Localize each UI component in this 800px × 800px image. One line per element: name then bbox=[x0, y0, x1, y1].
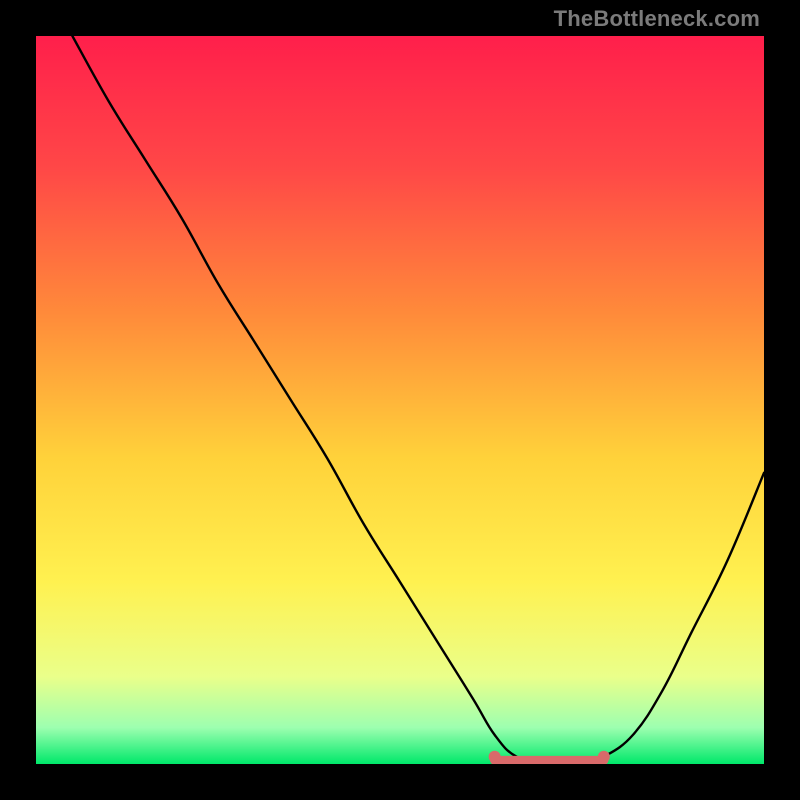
chart-background-gradient bbox=[36, 36, 764, 764]
chart-area bbox=[36, 36, 764, 764]
watermark-text: TheBottleneck.com bbox=[554, 6, 760, 32]
